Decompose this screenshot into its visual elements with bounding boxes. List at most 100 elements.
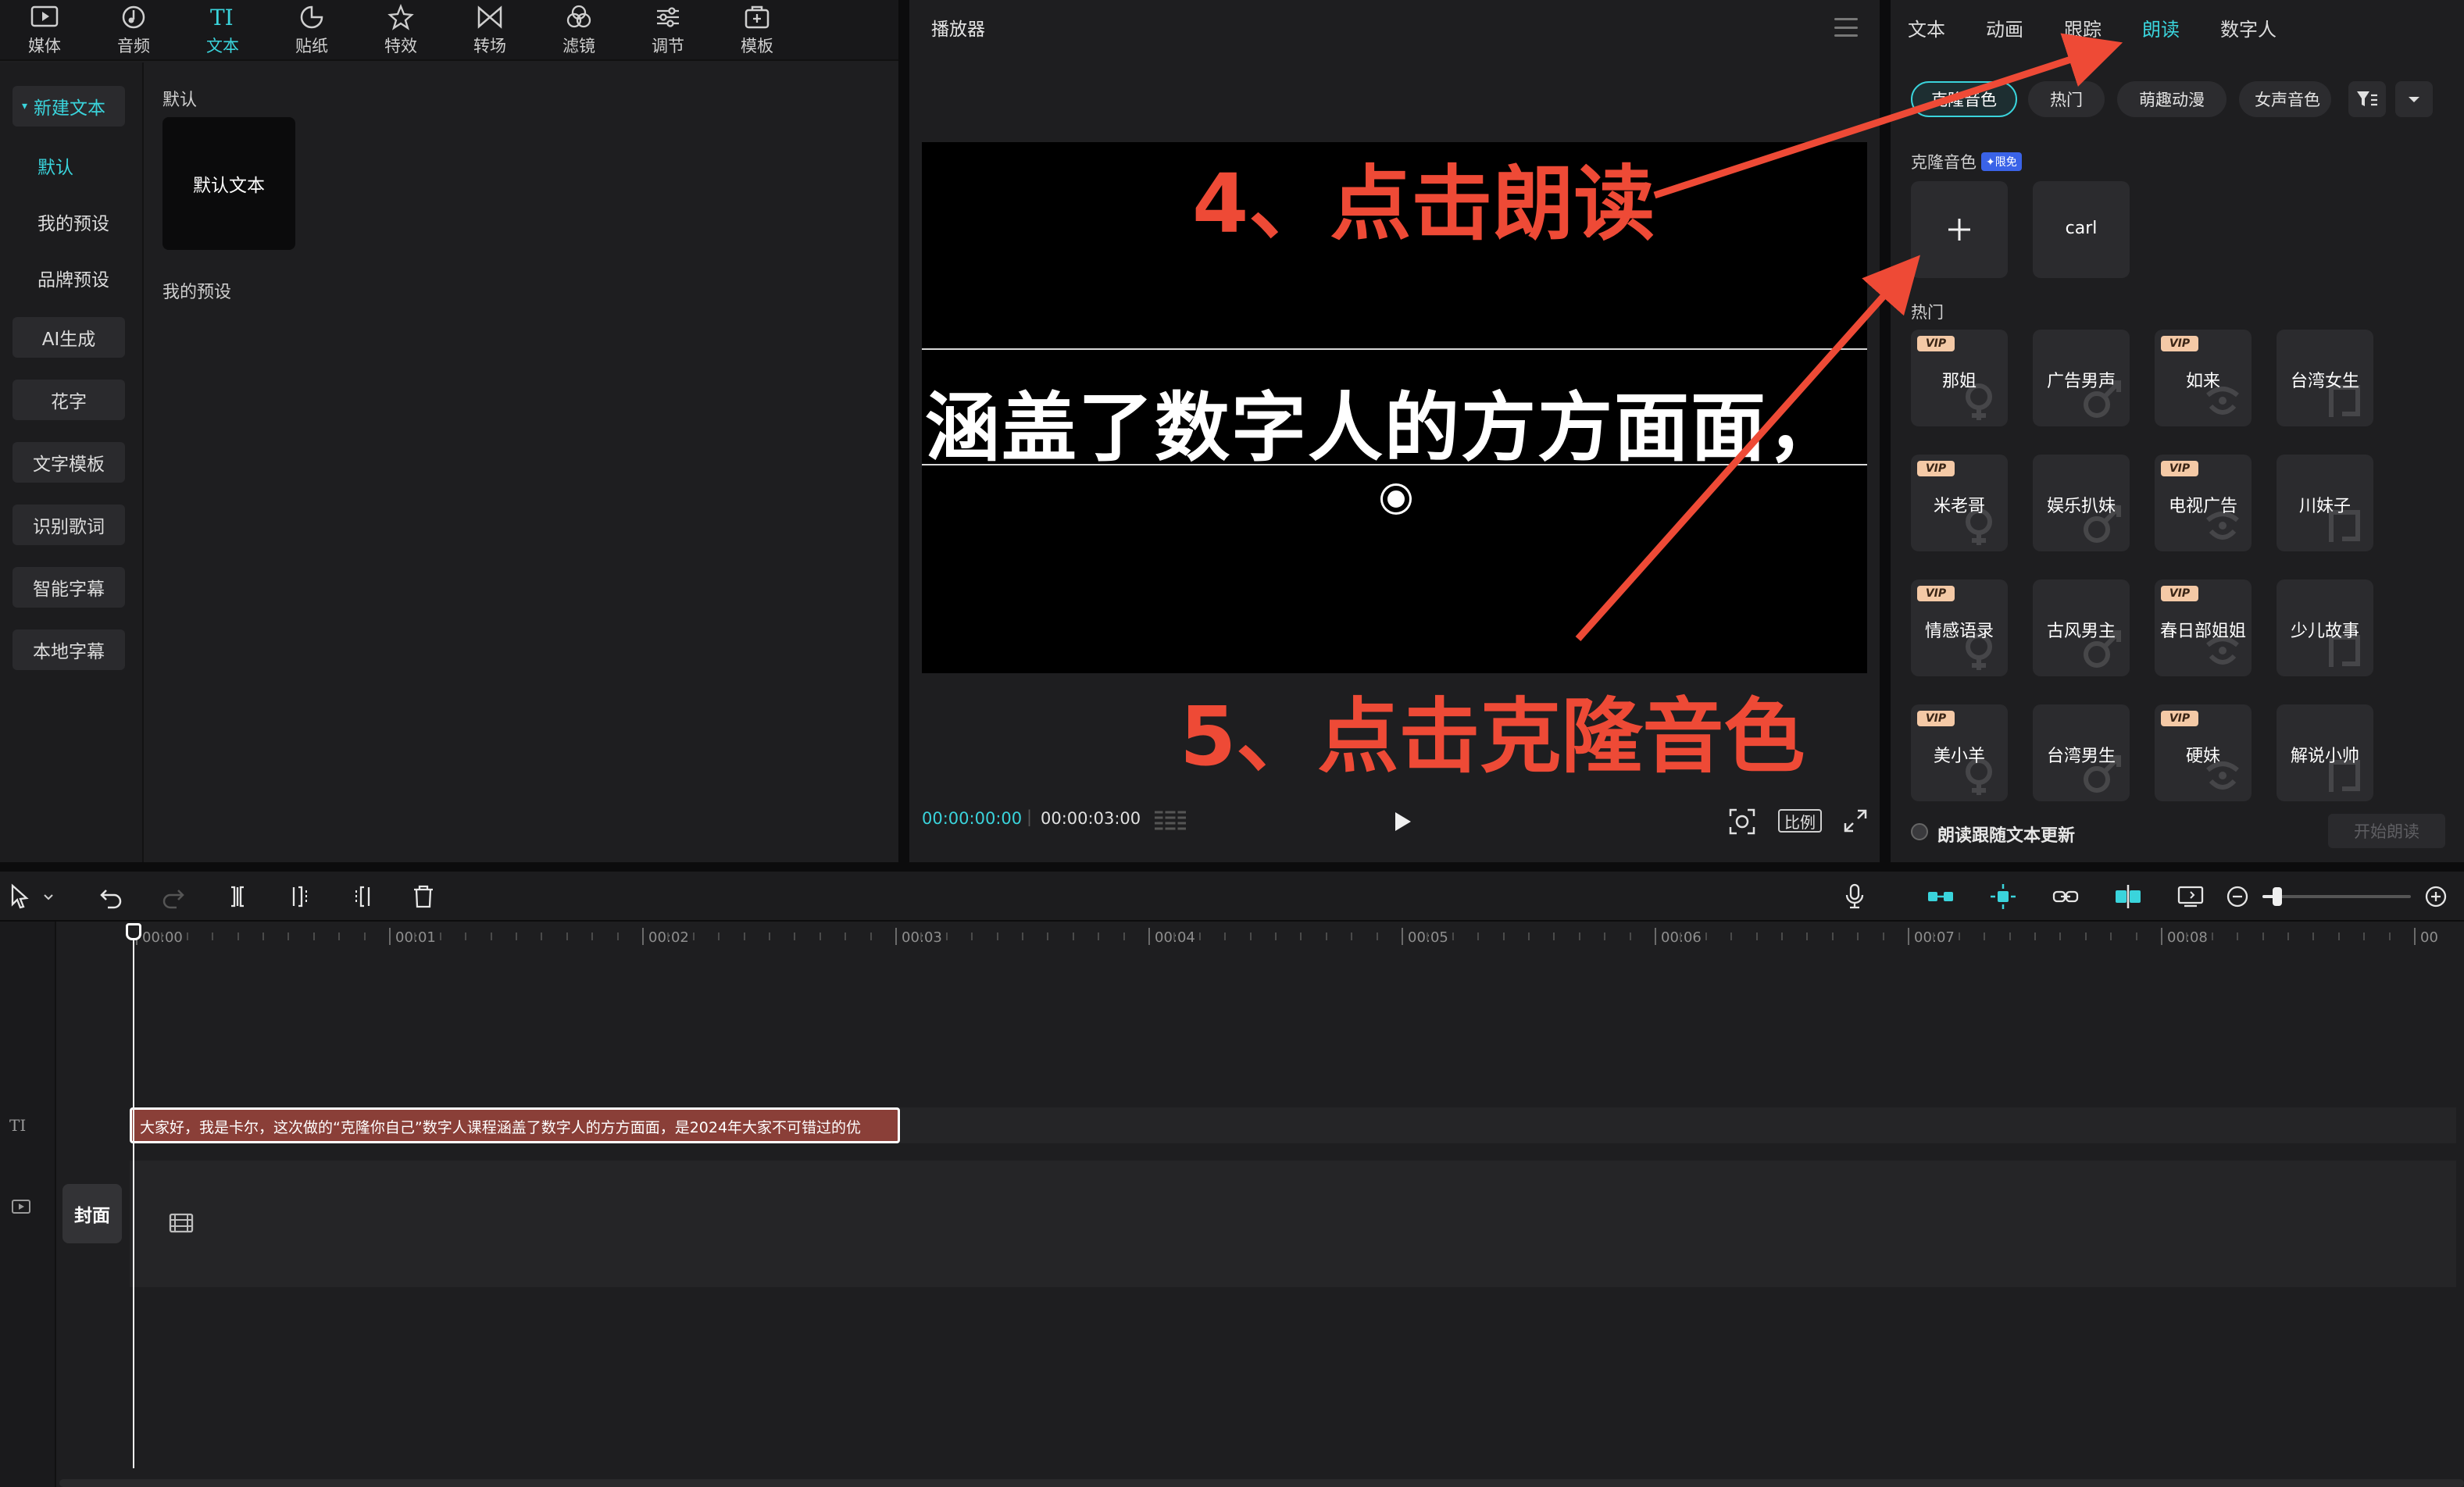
tab-transition[interactable]: 转场 [445,0,534,61]
ruler-minor-tick [1528,932,1530,940]
ruler-minor-tick [718,932,720,940]
voice-card[interactable]: 少儿故事 [2277,579,2373,676]
voice-card[interactable]: VIP 美小羊 [1911,704,2008,801]
auto-snap-icon[interactable] [1989,883,2017,911]
voice-card[interactable]: 娱乐扒妹 [2033,455,2130,551]
zoom-slider[interactable] [2262,887,2411,906]
aspect-ratio-button[interactable]: 比例 [1778,809,1822,833]
preview-axis-icon[interactable] [2114,883,2142,911]
split-icon[interactable] [223,883,252,911]
zoom-out-icon[interactable] [2223,883,2252,911]
ruler-minor-tick [414,932,416,940]
link-icon[interactable] [2052,883,2080,911]
main-video-track[interactable] [130,1161,2456,1287]
caption-text[interactable]: 涵盖了数字人的方方面面， [925,367,1844,476]
sidebar-item-smart-captions[interactable]: 智能字幕 [12,567,125,608]
timeline[interactable]: TI 00:0000:0100:0200:0300:0400:0500:0600… [0,922,2464,1487]
voice-card[interactable]: VIP 春日部姐姐 [2155,579,2252,676]
horizontal-scrollbar[interactable] [59,1479,2464,1487]
tab-animation[interactable]: 动画 [1986,14,2023,41]
microphone-icon[interactable] [1841,883,1869,911]
voice-card[interactable]: 古风男主 [2033,579,2130,676]
tab-template[interactable]: 模板 [712,0,802,61]
sidebar-item-ai-generate[interactable]: AI生成 [12,317,125,358]
ruler-minor-tick [439,932,441,940]
cover-button[interactable]: 封面 [62,1184,122,1243]
tab-read-aloud[interactable]: 朗读 [2142,14,2180,41]
sidebar-item-new-text[interactable]: ▾ 新建文本 [12,86,125,127]
filter-chip-cute-anime[interactable]: 萌趣动漫 [2117,81,2227,117]
caption-selection-box[interactable]: 涵盖了数字人的方方面面， [922,348,1867,472]
inspector-tabs: 文本 动画 跟踪 朗读 数字人 [1891,0,2464,55]
main-track-magnet-icon[interactable] [1927,883,1955,911]
default-text-card[interactable]: 默认文本 [162,117,295,250]
filter-sort-icon[interactable] [2348,81,2386,117]
playhead-handle[interactable] [126,923,141,940]
sidebar-item-smart-captions-label: 智能字幕 [33,579,105,600]
film-icon[interactable] [169,1212,194,1234]
start-reading-button[interactable]: 开始朗读 [2328,814,2445,848]
voice-card[interactable]: VIP 那姐 [1911,330,2008,426]
trim-left-icon[interactable] [286,883,314,911]
filter-chip-hot[interactable]: 热门 [2028,81,2105,117]
voice-card[interactable]: VIP 电视广告 [2155,455,2252,551]
tab-filter[interactable]: 滤镜 [534,0,623,61]
voice-name: 美小羊 [1933,747,1985,766]
playhead[interactable] [126,923,141,1468]
voice-card[interactable]: VIP 情感语录 [1911,579,2008,676]
read-follow-checkbox[interactable] [1911,823,1928,840]
voice-card[interactable]: VIP 如来 [2155,330,2252,426]
tab-media[interactable]: 媒体 [0,0,89,61]
tab-adjust[interactable]: 调节 [623,0,712,61]
tab-effects[interactable]: 特效 [356,0,445,61]
sidebar-item-local-captions[interactable]: 本地字幕 [12,629,125,670]
zoom-slider-handle[interactable] [2273,887,2282,906]
sidebar-item-brand-presets[interactable]: 品牌预设 [12,258,125,298]
tab-text-inspector[interactable]: 文本 [1908,14,1945,41]
delete-icon[interactable] [409,883,437,911]
voice-card[interactable]: VIP 米老哥 [1911,455,2008,551]
fit-screen-icon[interactable] [1728,808,1756,836]
trim-right-icon[interactable] [348,883,377,911]
add-clone-voice-button[interactable] [1911,181,2008,278]
select-cursor-icon[interactable] [6,883,34,911]
tab-tracking[interactable]: 跟踪 [2064,14,2102,41]
redo-icon[interactable] [159,883,187,911]
tab-text[interactable]: TI 文本 [178,0,267,61]
ruler-minor-tick [1351,932,1353,940]
voice-card[interactable]: 解说小帅 [2277,704,2373,801]
text-track[interactable]: 大家好，我是卡尔，这次做的“克隆你自己”数字人课程涵盖了数字人的方方面面，是20… [130,1107,2456,1143]
ruler-minor-tick [1047,932,1049,940]
text-clip[interactable]: 大家好，我是卡尔，这次做的“克隆你自己”数字人课程涵盖了数字人的方方面面，是20… [130,1107,900,1143]
voice-card[interactable]: VIP 硬妹 [2155,704,2252,801]
sticker-icon [300,5,323,29]
chevron-down-icon[interactable] [41,883,56,911]
voice-card[interactable]: 川妹子 [2277,455,2373,551]
filter-chip-clone-voice[interactable]: 克隆音色 [1911,81,2017,117]
sidebar-item-my-presets[interactable]: 我的预设 [12,201,125,242]
sidebar-item-text-templates[interactable]: 文字模板 [12,442,125,483]
preview-window-icon[interactable] [2177,883,2205,911]
voice-card[interactable]: 广告男声 [2033,330,2130,426]
tab-sticker[interactable]: 贴纸 [267,0,356,61]
tab-template-label: 模板 [741,37,773,55]
sidebar-item-default[interactable]: 默认 [12,145,125,186]
undo-icon[interactable] [97,883,125,911]
filter-dropdown-button[interactable] [2395,81,2433,117]
tab-digital-human[interactable]: 数字人 [2220,14,2277,41]
tab-audio[interactable]: 音频 [89,0,178,61]
sidebar-item-recognize-lyrics[interactable]: 识别歌词 [12,505,125,545]
hamburger-menu-icon[interactable] [1834,18,1858,37]
sidebar-item-fancy-text[interactable]: 花字 [12,380,125,420]
time-ruler[interactable]: 00:0000:0100:0200:0300:0400:0500:0600:07… [56,922,2464,954]
zoom-in-icon[interactable] [2422,883,2450,911]
ruler-minor-tick [2110,932,2112,940]
play-icon[interactable] [1387,808,1416,836]
voice-card[interactable]: 台湾男生 [2033,704,2130,801]
timecode-list-icon[interactable] [1153,809,1187,833]
voice-card[interactable]: 台湾女生 [2277,330,2373,426]
clone-voice-card[interactable]: carl [2033,181,2130,278]
fullscreen-icon[interactable] [1842,808,1869,834]
rotate-handle-icon[interactable] [1383,486,1409,512]
filter-chip-female-voice[interactable]: 女声音色 [2239,81,2331,117]
